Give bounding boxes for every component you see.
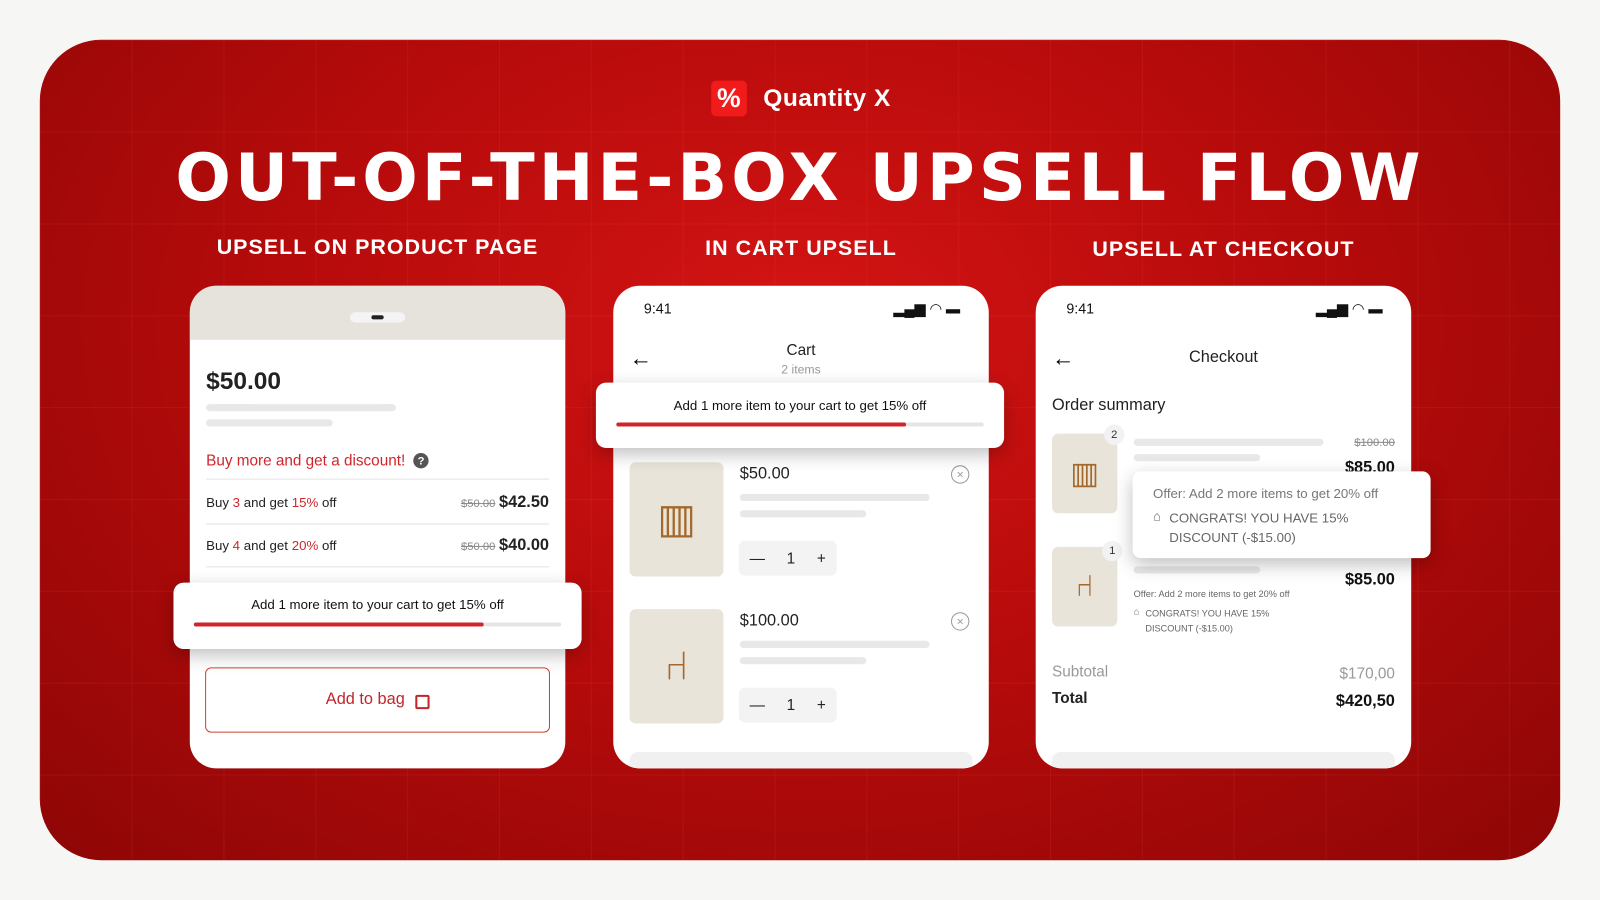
- add-to-bag-button[interactable]: Add to bag: [205, 667, 550, 733]
- tag-icon: ⌂: [1133, 606, 1140, 617]
- status-time: 9:41: [1066, 299, 1095, 317]
- plus-icon[interactable]: +: [817, 696, 826, 713]
- item-price: $85.00: [1344, 571, 1395, 589]
- brand: % Quantity X: [711, 80, 891, 117]
- status-time: 9:41: [643, 299, 672, 317]
- cart-title: Cart: [786, 341, 816, 360]
- subtotal-label: Subtotal: [1052, 663, 1109, 681]
- add-to-bag-label: Add to bag: [325, 690, 405, 709]
- remove-item-icon[interactable]: ×: [951, 612, 970, 631]
- tier-row[interactable]: Buy 3 and get 15% off $50.00 $42.50: [206, 482, 549, 525]
- headline: OUT-OF-THE-BOX UPSELL FLOW: [175, 140, 1425, 217]
- carousel-dots[interactable]: [349, 312, 406, 323]
- quantity-x-logo-icon: %: [711, 80, 747, 117]
- cart-subtitle: 2 items: [781, 362, 821, 377]
- remove-item-icon[interactable]: ×: [951, 465, 970, 484]
- side-table-image: ▥: [629, 462, 724, 577]
- minus-icon[interactable]: —: [750, 549, 765, 566]
- old-price: $100.00: [1354, 436, 1395, 449]
- section-title-cart: IN CART UPSELL: [705, 236, 897, 261]
- order-summary-heading: Order summary: [1052, 396, 1166, 415]
- brand-name: Quantity X: [763, 84, 891, 112]
- section-title-checkout: UPSELL AT CHECKOUT: [1092, 237, 1355, 262]
- offer-text: Offer: Add 2 more items to get 20% off: [1133, 588, 1290, 599]
- side-table-image: ▥: [1052, 433, 1118, 514]
- cart-mockup: 9:41 ▂▄▆ ◠ ▬ ← Cart 2 items ▥ $50.00 × —1…: [613, 285, 989, 769]
- upsell-progress-bar: [193, 622, 562, 627]
- checkout-offer-popup: Offer: Add 2 more items to get 20% off ⌂…: [1132, 471, 1431, 559]
- total-value: $420,50: [1335, 692, 1395, 711]
- upsell-message: Add 1 more item to your cart to get 15% …: [251, 596, 504, 613]
- congrats-text: CONGRATS! YOU HAVE 15% DISCOUNT (-$15.00…: [1169, 510, 1349, 545]
- quantity-stepper[interactable]: —1 +: [738, 687, 837, 723]
- product-price: $50.00: [206, 367, 282, 395]
- signal-wifi-battery-icon: ▂▄▆ ◠ ▬: [893, 299, 961, 317]
- tag-icon: ⌂: [1153, 508, 1162, 524]
- product-upsell-card: Add 1 more item to your cart to get 15% …: [173, 582, 582, 649]
- cart-upsell-card: Add 1 more item to your cart to get 15% …: [595, 382, 1005, 448]
- shopping-bag-icon: [414, 694, 430, 710]
- product-image-area: [189, 285, 566, 340]
- chair-image: ⑁: [629, 609, 724, 724]
- quantity-badge: 2: [1104, 424, 1125, 445]
- signal-wifi-battery-icon: ▂▄▆ ◠ ▬: [1315, 299, 1383, 317]
- help-icon[interactable]: ?: [413, 453, 429, 469]
- congrats-text: CONGRATS! YOU HAVE 15% DISCOUNT (-$15.00…: [1145, 608, 1270, 634]
- quantity-stepper[interactable]: —1 +: [738, 540, 837, 576]
- plus-icon[interactable]: +: [817, 549, 826, 566]
- upsell-message: Add 1 more item to your cart to get 15% …: [673, 397, 927, 414]
- tier-row[interactable]: Buy 4 and get 20% off $50.00 $40.00: [206, 524, 549, 568]
- quantity-badge: 1: [1102, 540, 1123, 562]
- minus-icon[interactable]: —: [750, 696, 765, 713]
- offer-text: Offer: Add 2 more items to get 20% off: [1153, 485, 1379, 502]
- total-label: Total: [1052, 689, 1088, 708]
- discount-heading: Buy more and get a discount!: [206, 452, 406, 470]
- product-page-mockup: $50.00 Buy more and get a discount! ? Bu…: [189, 285, 566, 769]
- subtotal-value: $170,00: [1339, 665, 1395, 683]
- item-price: $100.00: [739, 612, 799, 630]
- section-title-product: UPSELL ON PRODUCT PAGE: [216, 235, 539, 260]
- upsell-progress-bar: [616, 422, 984, 427]
- item-price: $50.00: [739, 465, 790, 483]
- checkout-title: Checkout: [1188, 348, 1258, 367]
